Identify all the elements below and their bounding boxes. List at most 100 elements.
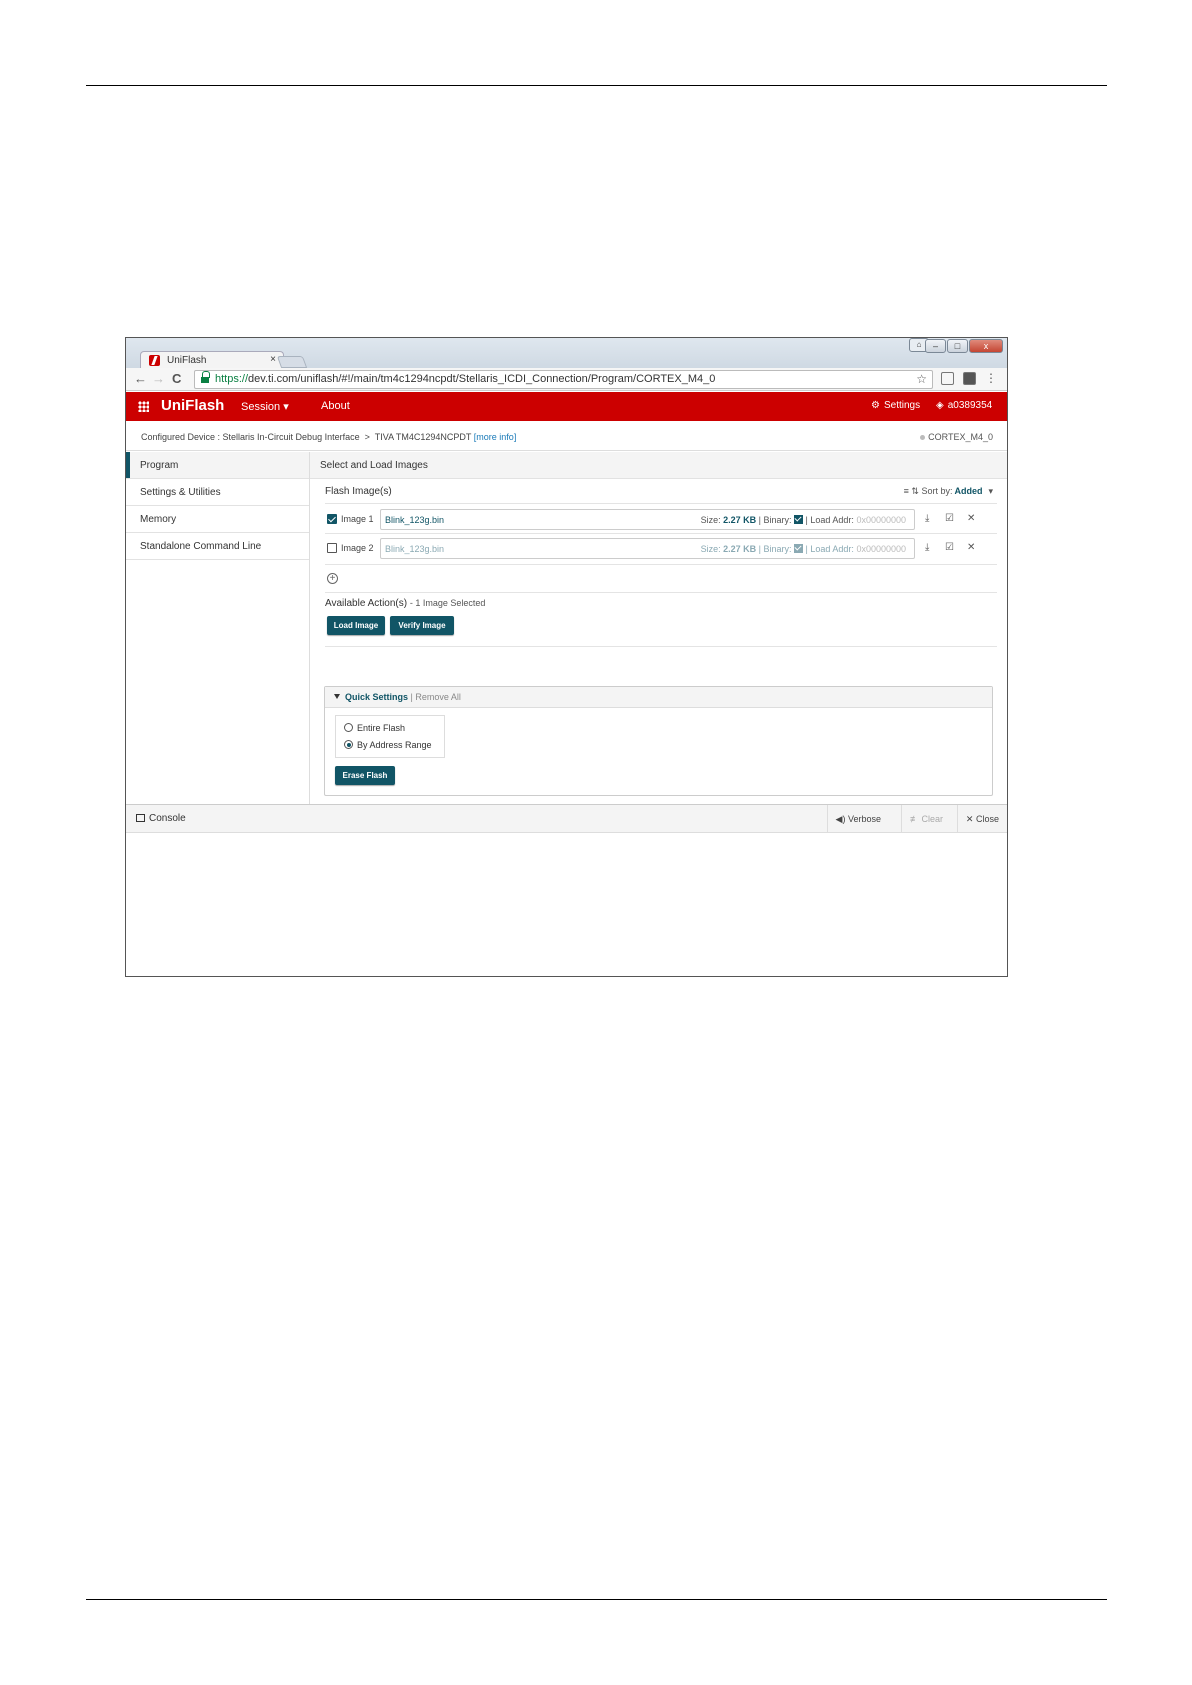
extension-icon[interactable] [941, 372, 954, 385]
page-title: Select and Load Images [310, 452, 1007, 479]
erase-options: Entire Flash By Address Range [335, 715, 445, 758]
browser-menu-icon[interactable]: ⋮ [985, 371, 997, 385]
forward-arrow-icon[interactable]: → [152, 371, 165, 386]
remove-icon[interactable]: ✕ [967, 513, 975, 524]
new-tab-button[interactable] [276, 356, 308, 368]
browser-window: UniFlash × ⌂ – □ x ← → C https://dev.ti.… [125, 337, 1008, 977]
download-icon[interactable]: ⤓ [925, 542, 929, 553]
close-icon: ✕ [965, 814, 974, 824]
sidebar: Program Settings & Utilities Memory Stan… [126, 452, 310, 804]
image-meta: Size: 2.27 KB | Binary: | Load Addr: 0x0… [700, 544, 906, 554]
user-menu[interactable]: ◈ a0389354 [936, 400, 992, 411]
address-bar: ← → C https://dev.ti.com/uniflash/#!/mai… [126, 368, 1007, 391]
sort-dropdown-icon[interactable]: ▾ [988, 486, 993, 496]
image-label: Image 2 [341, 543, 374, 553]
image-label: Image 1 [341, 514, 374, 524]
status-dot [920, 435, 926, 440]
image-1-checkbox[interactable] [327, 514, 337, 524]
flash-images-header: Flash Image(s) [325, 486, 392, 497]
add-image-icon[interactable]: + [327, 573, 338, 584]
sort-icon: ⇅ [911, 486, 919, 496]
page-footer-rule [86, 1599, 1107, 1600]
selection-status: - 1 Image Selected [409, 598, 486, 608]
image-2-checkbox[interactable] [327, 543, 337, 553]
sidebar-item-memory[interactable]: Memory [126, 506, 309, 533]
app-header: UniFlash Session ▾ About ⚙ Settings ◈ a038… [126, 392, 1007, 421]
image-meta: Size: 2.27 KB | Binary: | Load Addr: 0x0… [700, 515, 906, 525]
target-device: TIVA TM4C1294NCPDT [374, 432, 472, 442]
clear-button[interactable]: ≢ Clear [900, 805, 951, 833]
sidebar-item-program[interactable]: Program [126, 452, 309, 479]
lock-icon [201, 371, 210, 383]
tab-close-icon[interactable]: × [270, 354, 276, 365]
url-text: https://dev.ti.com/uniflash/#!/main/tm4c… [215, 373, 716, 385]
maximize-button[interactable]: □ [947, 339, 968, 353]
image-row-2: Image 2 Blink_123g.bin Size: 2.27 KB | B… [327, 538, 997, 560]
image-file-field[interactable]: Blink_123g.bin Size: 2.27 KB | Binary: |… [380, 509, 915, 530]
binary-checkbox[interactable] [794, 515, 804, 524]
extension-icon[interactable] [963, 372, 976, 385]
option-entire-flash[interactable]: Entire Flash [344, 723, 405, 733]
apps-grid-icon[interactable] [138, 401, 149, 412]
sidebar-item-settings-utilities[interactable]: Settings & Utilities [126, 479, 309, 506]
back-arrow-icon[interactable]: ← [134, 371, 147, 386]
url-input[interactable]: https://dev.ti.com/uniflash/#!/main/tm4c… [194, 370, 933, 389]
sidebar-item-standalone-command-line[interactable]: Standalone Command Line [126, 533, 309, 560]
load-image-button[interactable]: Load Image [327, 616, 385, 635]
remove-icon[interactable]: ✕ [967, 542, 975, 553]
image-file-field[interactable]: Blink_123g.bin Size: 2.27 KB | Binary: |… [380, 538, 915, 559]
browser-tab[interactable]: UniFlash × [140, 351, 284, 369]
window-close-button[interactable]: x [969, 339, 1003, 353]
collapse-triangle-icon [334, 694, 340, 699]
device-breadcrumb: Configured Device : Stellaris In-Circuit… [126, 421, 1007, 451]
about-menu[interactable]: About [321, 400, 350, 412]
option-by-address-range[interactable]: By Address Range [344, 740, 432, 750]
gear-icon: ⚙ [871, 400, 880, 411]
sort-value: Added [954, 486, 983, 496]
verify-image-button[interactable]: Verify Image [390, 616, 454, 635]
console-window-icon [136, 814, 145, 822]
breadcrumb-separator: > [364, 432, 370, 442]
eraser-icon: ≢ [909, 814, 919, 824]
radio-entire-flash[interactable] [344, 723, 353, 732]
download-icon[interactable]: ⤓ [925, 513, 929, 524]
more-info-link[interactable]: [more info] [474, 432, 517, 442]
radio-by-address-range[interactable] [344, 740, 353, 749]
quick-settings-header[interactable]: Quick Settings | Remove All [325, 687, 992, 708]
tab-title: UniFlash [167, 355, 207, 366]
configured-device-label: Configured Device : Stellaris In-Circuit… [141, 432, 360, 442]
load-address-input[interactable]: 0x00000000 [856, 544, 906, 554]
sort-control[interactable]: ≡ ⇅ Sort by: Added ▾ [904, 486, 993, 497]
quick-settings-title: Quick Settings [345, 692, 409, 702]
console-title: Console [136, 813, 186, 824]
divider [325, 533, 997, 534]
verify-check-icon[interactable]: ☑ [945, 542, 954, 553]
verbose-button[interactable]: ◀) Verbose [826, 805, 889, 833]
bookmark-star-icon[interactable]: ☆ [916, 372, 927, 386]
settings-button[interactable]: ⚙ Settings [871, 400, 920, 411]
erase-flash-button[interactable]: Erase Flash [335, 766, 395, 785]
core-name: CORTEX_M4_0 [928, 432, 993, 442]
image-filename: Blink_123g.bin [385, 515, 445, 525]
core-status: CORTEX_M4_0 [920, 432, 993, 442]
divider [325, 646, 997, 647]
session-menu[interactable]: Session ▾ [241, 400, 289, 413]
speaker-icon: ◀) [835, 814, 846, 824]
image-row-1: Image 1 Blink_123g.bin Size: 2.27 KB | B… [327, 509, 997, 531]
verify-check-icon[interactable]: ☑ [945, 513, 954, 524]
minimize-button[interactable]: – [925, 339, 946, 353]
divider [325, 564, 997, 565]
page-header-rule [86, 85, 1107, 86]
user-diamond-icon: ◈ [936, 400, 944, 411]
user-id: a0389354 [947, 400, 993, 411]
available-actions-label: Available Action(s) [325, 598, 408, 609]
app-brand[interactable]: UniFlash [161, 397, 224, 414]
binary-checkbox[interactable] [794, 544, 804, 553]
reload-icon[interactable]: C [172, 371, 181, 386]
remove-all-link[interactable]: | Remove All [411, 692, 461, 702]
list-icon: ≡ [903, 486, 909, 496]
console-close-button[interactable]: ✕ Close [956, 805, 1007, 833]
load-address-input[interactable]: 0x00000000 [856, 515, 906, 525]
divider [325, 503, 997, 504]
console-output [126, 833, 1007, 976]
